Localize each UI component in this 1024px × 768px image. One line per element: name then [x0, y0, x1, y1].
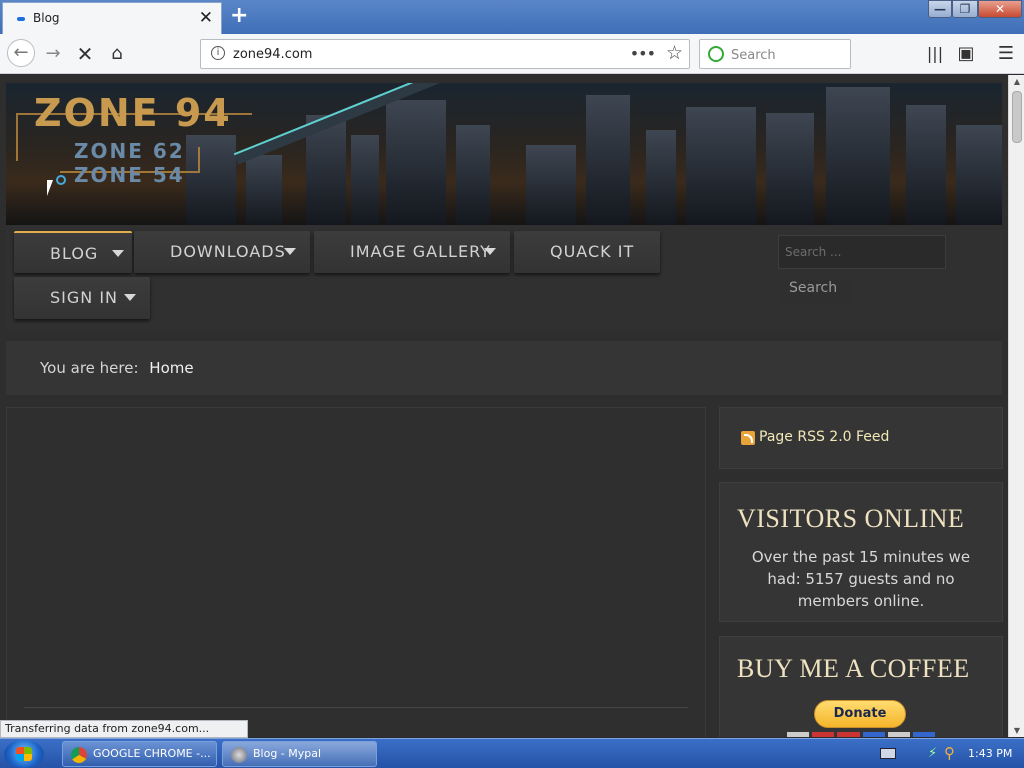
- taskbar-item-label: Blog - Mypal: [253, 747, 322, 760]
- taskbar-item-chrome[interactable]: GOOGLE CHROME -...: [62, 741, 217, 767]
- minimize-button[interactable]: —: [928, 0, 952, 18]
- maximize-button[interactable]: ❐: [952, 0, 978, 18]
- rss-icon[interactable]: [741, 431, 755, 445]
- taskbar-item-label: GOOGLE CHROME -...: [93, 747, 211, 760]
- search-engine-icon: [708, 46, 724, 62]
- taskbar-item-mypal[interactable]: Blog - Mypal: [222, 741, 377, 767]
- menu-item-downloads[interactable]: DOWNLOADS: [134, 231, 310, 273]
- system-tray: ⚡ ⚲ 1:43 PM: [872, 739, 1024, 768]
- coffee-title: BUY ME A COFFEE: [737, 654, 970, 683]
- breadcrumb-prefix: You are here:: [40, 359, 139, 377]
- tab-bar: Blog ✕ + — ❐ ✕: [0, 0, 1024, 34]
- chevron-down-icon: [112, 250, 124, 257]
- site-banner[interactable]: ZONE 94 ZONE 62 ZONE 54: [6, 83, 1002, 225]
- tab-blog[interactable]: Blog ✕: [2, 2, 222, 34]
- scroll-down-icon[interactable]: ▼: [1009, 726, 1024, 735]
- menu-item-image-gallery[interactable]: IMAGE GALLERY: [314, 231, 510, 273]
- site-logo[interactable]: ZONE 94: [34, 91, 232, 135]
- status-bar: Transferring data from zone94.com...: [0, 720, 248, 738]
- visitors-title: VISITORS ONLINE: [737, 504, 965, 533]
- back-button[interactable]: ←: [7, 39, 35, 67]
- content-divider: [24, 707, 688, 708]
- start-button[interactable]: [4, 740, 44, 768]
- rss-feed-link[interactable]: Page RSS 2.0 Feed: [759, 429, 889, 445]
- stop-button[interactable]: ✕: [72, 42, 98, 66]
- payment-cards: [787, 732, 936, 737]
- browser-search-input[interactable]: Search: [699, 39, 851, 69]
- menu-item-quack-it[interactable]: QUACK IT: [514, 231, 660, 273]
- home-button[interactable]: ⌂: [104, 42, 130, 66]
- logo-subtitle-1: ZONE 62: [74, 139, 185, 163]
- menu-item-label: QUACK IT: [550, 242, 635, 261]
- menu-item-sign-in[interactable]: SIGN IN: [14, 277, 150, 319]
- main-menu: BLOG DOWNLOADS IMAGE GALLERY QUACK IT SI…: [6, 225, 1002, 329]
- scroll-up-icon[interactable]: ▲: [1009, 77, 1024, 86]
- forward-button[interactable]: →: [40, 42, 66, 66]
- keyboard-icon[interactable]: [880, 748, 896, 759]
- close-tab-icon[interactable]: ✕: [199, 8, 213, 28]
- visitors-widget: VISITORS ONLINE Over the past 15 minutes…: [719, 482, 1003, 622]
- browser-search-placeholder: Search: [731, 48, 776, 63]
- busy-cursor-icon: [56, 175, 66, 185]
- page-scrollbar[interactable]: ▲ ▼: [1008, 75, 1024, 737]
- taskbar: GOOGLE CHROME -... Blog - Mypal ⚡ ⚲ 1:43…: [0, 738, 1024, 768]
- windows-logo-icon: [16, 747, 32, 761]
- bookmark-star-icon[interactable]: ☆: [666, 42, 683, 64]
- mypal-icon: [231, 747, 247, 763]
- sidebar-toggle-icon[interactable]: ▣: [953, 42, 979, 66]
- menu-item-label: IMAGE GALLERY: [350, 242, 491, 261]
- mouse-cursor: [47, 180, 53, 196]
- chevron-down-icon: [284, 248, 296, 255]
- chrome-icon: [71, 747, 87, 763]
- logo-subtitle-2: ZONE 54: [74, 163, 185, 187]
- breadcrumb: You are here: Home: [6, 341, 1002, 395]
- search-tray-icon[interactable]: ⚲: [944, 744, 955, 762]
- site-search-input[interactable]: Search ...: [778, 235, 946, 269]
- new-tab-button[interactable]: +: [230, 3, 248, 28]
- clock[interactable]: 1:43 PM: [968, 747, 1012, 760]
- main-content: [6, 407, 706, 737]
- breadcrumb-home[interactable]: Home: [149, 359, 193, 377]
- navigation-bar: ← → ✕ ⌂ i zone94.com ••• ☆ Search ||| ▣ …: [0, 34, 1024, 74]
- scroll-thumb[interactable]: [1012, 91, 1022, 143]
- url-text[interactable]: zone94.com: [233, 47, 312, 62]
- rss-widget: Page RSS 2.0 Feed: [719, 407, 1003, 469]
- loading-icon: [17, 17, 25, 21]
- site-search-button[interactable]: Search: [778, 273, 850, 305]
- page-viewport: ZONE 94 ZONE 62 ZONE 54 BLOG DOWNLOADS I…: [0, 75, 1008, 737]
- menu-item-label: SIGN IN: [50, 288, 119, 307]
- visitors-text: Over the past 15 minutes we had: 5157 gu…: [751, 548, 971, 610]
- info-icon[interactable]: i: [211, 46, 225, 60]
- chevron-down-icon: [124, 294, 136, 301]
- page-actions-icon[interactable]: •••: [630, 44, 656, 63]
- coffee-widget: BUY ME A COFFEE Donate: [719, 636, 1003, 737]
- network-icon[interactable]: ⚡: [928, 746, 937, 761]
- close-window-button[interactable]: ✕: [978, 0, 1022, 18]
- donate-button[interactable]: Donate: [814, 700, 906, 728]
- library-icon[interactable]: |||: [922, 42, 948, 66]
- hamburger-menu-icon[interactable]: ☰: [993, 42, 1019, 66]
- menu-item-blog[interactable]: BLOG: [14, 231, 132, 273]
- chevron-down-icon: [484, 248, 496, 255]
- menu-item-label: BLOG: [50, 244, 99, 263]
- menu-item-label: DOWNLOADS: [170, 242, 286, 261]
- address-bar[interactable]: i zone94.com ••• ☆: [200, 39, 690, 69]
- tab-title: Blog: [33, 11, 60, 25]
